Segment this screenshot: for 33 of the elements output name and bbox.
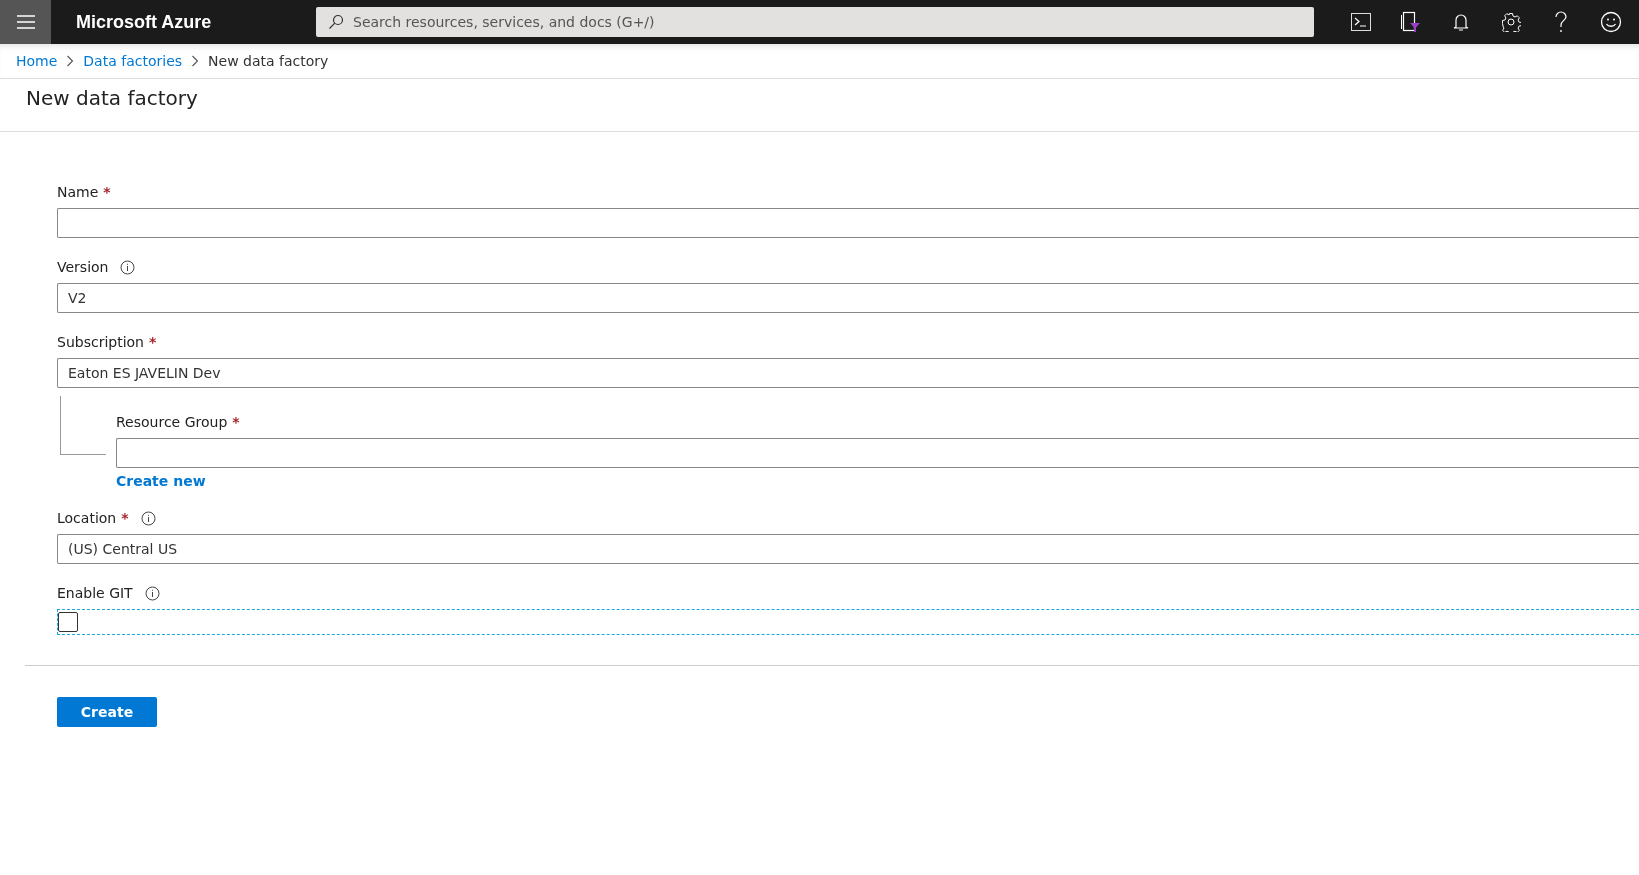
field-label: Subscription (57, 334, 144, 350)
text-field[interactable]: Eaton ES JAVELIN Dev (57, 358, 1639, 388)
info-icon[interactable] (120, 259, 136, 275)
breadcrumb-link[interactable]: Data factories (83, 53, 183, 69)
required-mark: * (149, 334, 157, 350)
page-title: New data factory (0, 79, 1639, 132)
brand-name: Microsoft Azure (76, 11, 213, 33)
text-field[interactable] (116, 438, 1639, 468)
connector-line (60, 396, 106, 455)
info-icon[interactable] (140, 510, 156, 526)
checkbox[interactable] (58, 612, 78, 632)
field-label: Enable GIT (57, 585, 133, 601)
menu-button[interactable] (0, 0, 51, 44)
text-field[interactable]: V2 (57, 283, 1639, 313)
create-new-link[interactable]: Create new (116, 473, 1639, 489)
text-field[interactable]: (US) Central US (57, 534, 1639, 564)
create-button[interactable]: Create (57, 697, 157, 727)
chevron-icon (191, 55, 200, 67)
field-label: Name (57, 184, 99, 200)
field-label: Location (57, 510, 117, 526)
field-label: Version (57, 259, 109, 275)
breadcrumb-current: New data factory (208, 53, 329, 69)
required-mark: * (103, 184, 111, 200)
search-field[interactable]: Search resources, services, and docs (G+/) (316, 7, 1314, 37)
search-icon (328, 14, 344, 30)
info-icon[interactable] (144, 585, 160, 601)
breadcrumb-link[interactable]: Home (16, 53, 58, 69)
chevron-icon (66, 55, 75, 67)
field-label: Resource Group (116, 414, 228, 430)
menu-icon (16, 15, 35, 29)
text-field[interactable] (57, 208, 1639, 238)
required-mark: * (232, 414, 240, 430)
required-mark: * (121, 510, 129, 526)
